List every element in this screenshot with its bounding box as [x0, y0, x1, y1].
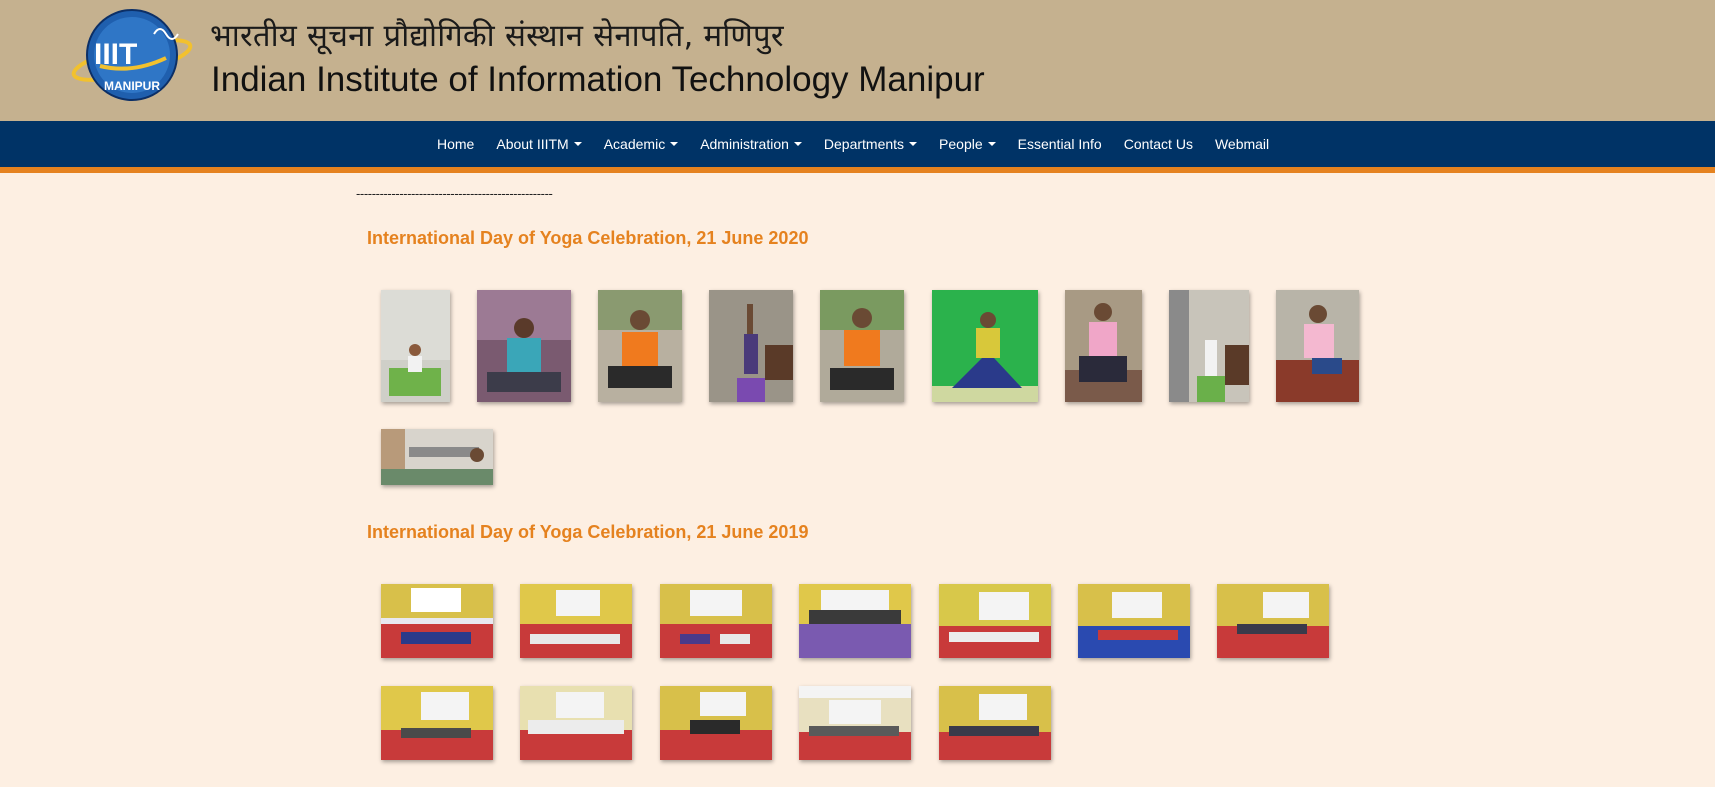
- nav-essential-info[interactable]: Essential Info: [1007, 136, 1113, 152]
- nav-people[interactable]: People: [928, 136, 1007, 152]
- nav-people-label: People: [939, 136, 983, 152]
- nav-administration-label: Administration: [700, 136, 789, 152]
- gallery-photo[interactable]: [477, 290, 571, 402]
- section-title-yoga-2019: International Day of Yoga Celebration, 2…: [367, 522, 809, 542]
- svg-text:IIIT: IIIT: [94, 38, 137, 71]
- nav-menu: Home About IIITM Academic Administration…: [426, 121, 1280, 167]
- gallery-photo[interactable]: [660, 686, 772, 760]
- nav-essential-info-label: Essential Info: [1017, 136, 1102, 152]
- nav-about[interactable]: About IIITM: [485, 136, 592, 152]
- nav-administration[interactable]: Administration: [689, 136, 813, 152]
- gallery-photo[interactable]: [520, 686, 632, 760]
- nav-contact-us[interactable]: Contact Us: [1113, 136, 1204, 152]
- caret-down-icon: [670, 142, 679, 146]
- caret-down-icon: [987, 142, 996, 146]
- site-header: IIIT MANIPUR भारतीय सूचना प्रौद्योगिकी स…: [0, 0, 1715, 121]
- nav-academic[interactable]: Academic: [593, 136, 689, 152]
- gallery-photo[interactable]: [660, 584, 772, 658]
- gallery-photo[interactable]: [799, 686, 911, 760]
- nav-contact-us-label: Contact Us: [1123, 136, 1193, 152]
- caret-down-icon: [793, 142, 802, 146]
- site-title-english: Indian Institute of Information Technolo…: [211, 60, 985, 99]
- section-title-yoga-2020: International Day of Yoga Celebration, 2…: [367, 228, 809, 248]
- nav-home-label: Home: [437, 136, 475, 152]
- gallery-photo[interactable]: [709, 290, 793, 402]
- caret-down-icon: [909, 142, 918, 146]
- nav-departments[interactable]: Departments: [813, 136, 928, 152]
- gallery-photo[interactable]: [1169, 290, 1249, 402]
- gallery-photo[interactable]: [820, 290, 904, 402]
- nav-academic-label: Academic: [603, 136, 666, 152]
- main-navbar: Home About IIITM Academic Administration…: [0, 121, 1715, 173]
- nav-webmail-label: Webmail: [1214, 136, 1270, 152]
- gallery-photo[interactable]: [939, 584, 1051, 658]
- gallery-photo[interactable]: [932, 290, 1038, 402]
- gallery-photo[interactable]: [799, 584, 911, 658]
- gallery-photo[interactable]: [381, 290, 450, 402]
- gallery-photo[interactable]: [1078, 584, 1190, 658]
- nav-home[interactable]: Home: [426, 136, 485, 152]
- gallery-photo[interactable]: [939, 686, 1051, 760]
- content-divider: ----------------------------------------…: [356, 186, 553, 201]
- iiitm-logo[interactable]: IIIT MANIPUR: [70, 8, 196, 103]
- gallery-photo[interactable]: [381, 686, 493, 760]
- gallery-photo[interactable]: [1276, 290, 1359, 402]
- gallery-photo[interactable]: [381, 429, 493, 485]
- svg-text:MANIPUR: MANIPUR: [104, 79, 160, 93]
- gallery-photo[interactable]: [1217, 584, 1329, 658]
- nav-departments-label: Departments: [823, 136, 905, 152]
- gallery-photo[interactable]: [1065, 290, 1142, 402]
- gallery-photo[interactable]: [520, 584, 632, 658]
- nav-webmail[interactable]: Webmail: [1204, 136, 1280, 152]
- gallery-photo[interactable]: [381, 584, 493, 658]
- nav-about-label: About IIITM: [496, 136, 569, 152]
- site-title-hindi: भारतीय सूचना प्रौद्योगिकी संस्थान सेनापत…: [210, 18, 784, 54]
- gallery-photo[interactable]: [598, 290, 682, 402]
- caret-down-icon: [573, 142, 582, 146]
